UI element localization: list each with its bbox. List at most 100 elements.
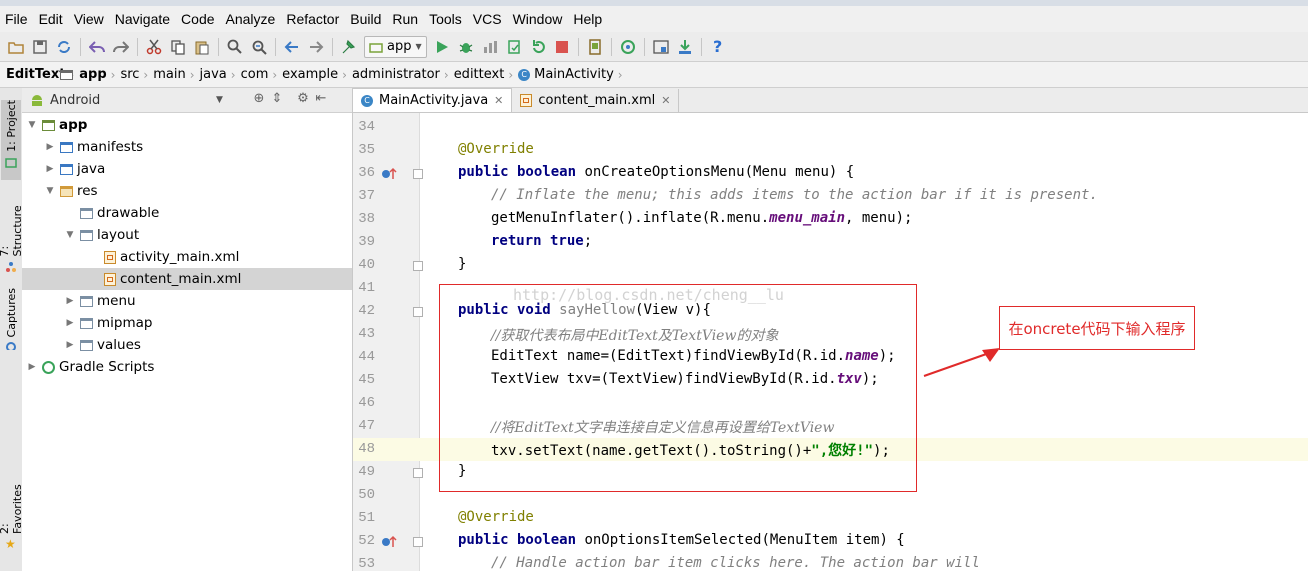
back-icon[interactable] xyxy=(282,37,302,57)
menu-navigate[interactable]: Navigate xyxy=(110,11,176,27)
scroll-from-source-icon[interactable]: ⊕ xyxy=(250,91,268,106)
tree-node-menu[interactable]: ▶ menu xyxy=(64,290,136,312)
tree-node-layout[interactable]: ▼ layout xyxy=(64,224,140,246)
breadcrumb-class[interactable]: C MainActivity › xyxy=(518,67,627,82)
close-icon[interactable]: ✕ xyxy=(661,94,670,107)
open-folder-icon[interactable] xyxy=(6,37,26,57)
sdk-manager-icon[interactable] xyxy=(675,37,695,57)
collapse-arrow-icon[interactable]: ▶ xyxy=(26,362,38,372)
chevron-right-icon: › xyxy=(189,67,195,82)
highlight-box xyxy=(439,284,917,492)
tree-node-values[interactable]: ▶ values xyxy=(64,334,141,356)
settings-gear-icon[interactable]: ⚙ xyxy=(294,91,312,106)
collapse-arrow-icon[interactable]: ▶ xyxy=(44,142,56,152)
breadcrumb-edittext[interactable]: edittext › xyxy=(60,67,518,82)
override-marker-icon[interactable] xyxy=(381,166,397,180)
redo-icon[interactable] xyxy=(111,37,131,57)
code-line-40: 40 } xyxy=(353,254,1308,277)
profile-icon[interactable] xyxy=(480,37,500,57)
tree-node-app[interactable]: ▼ app xyxy=(26,114,88,136)
tool-tab-favorites[interactable]: 2: Favorites ★ xyxy=(0,478,24,550)
replace-icon[interactable] xyxy=(249,37,269,57)
fold-marker-icon[interactable] xyxy=(413,169,423,179)
menu-file[interactable]: File xyxy=(0,11,34,27)
menu-edit[interactable]: Edit xyxy=(34,11,69,27)
menu-run[interactable]: Run xyxy=(387,11,424,27)
menu-vcs[interactable]: VCS xyxy=(468,11,508,27)
breadcrumb-java[interactable]: java › xyxy=(60,67,241,82)
tree-node-mipmap[interactable]: ▶ mipmap xyxy=(64,312,153,334)
menu-help[interactable]: Help xyxy=(568,11,608,27)
fold-marker-icon[interactable] xyxy=(413,468,423,478)
collapse-all-icon[interactable]: ⇕ xyxy=(268,91,286,106)
tree-node-activity-main-xml[interactable]: activity_main.xml xyxy=(88,246,239,268)
expand-arrow-icon[interactable]: ▼ xyxy=(64,230,76,240)
forward-icon[interactable] xyxy=(306,37,326,57)
chevron-down-icon[interactable]: ▼ xyxy=(216,95,223,105)
make-project-icon[interactable] xyxy=(339,37,359,57)
menu-view[interactable]: View xyxy=(69,11,110,27)
apply-changes-icon[interactable] xyxy=(504,37,524,57)
menu-analyze[interactable]: Analyze xyxy=(221,11,282,27)
tab-content-main-xml[interactable]: content_main.xml ✕ xyxy=(512,89,680,112)
collapse-arrow-icon[interactable]: ▶ xyxy=(44,164,56,174)
paste-icon[interactable] xyxy=(192,37,212,57)
run-configuration-select[interactable]: app ▼ xyxy=(364,35,427,58)
menu-build[interactable]: Build xyxy=(345,11,387,27)
copy-icon[interactable] xyxy=(168,37,188,57)
save-all-icon[interactable] xyxy=(30,37,50,57)
breadcrumb-example[interactable]: example › xyxy=(60,67,352,82)
close-icon[interactable]: ✕ xyxy=(494,94,503,107)
override-marker-icon[interactable] xyxy=(381,534,397,548)
menu-code[interactable]: Code xyxy=(176,11,220,27)
hide-panel-icon[interactable]: ⇤ xyxy=(312,91,330,106)
tree-node-content-main-xml[interactable]: content_main.xml xyxy=(22,268,352,290)
line-number: 51 xyxy=(358,510,375,526)
sync-icon[interactable] xyxy=(54,37,74,57)
expand-arrow-icon[interactable]: ▼ xyxy=(44,186,56,196)
find-icon[interactable] xyxy=(225,37,245,57)
menu-refactor[interactable]: Refactor xyxy=(281,11,345,27)
gradle-sync-icon[interactable] xyxy=(618,37,638,57)
cut-icon[interactable] xyxy=(144,37,164,57)
device-monitor-icon[interactable] xyxy=(585,37,605,57)
run-icon[interactable] xyxy=(432,37,452,57)
tool-tab-structure[interactable]: 7: Structure xyxy=(0,194,24,272)
tree-node-gradle-scripts[interactable]: ▶ Gradle Scripts xyxy=(26,356,155,378)
breadcrumb-module[interactable]: app › xyxy=(60,67,120,82)
debug-icon[interactable] xyxy=(456,37,476,57)
help-icon[interactable]: ? xyxy=(708,37,728,57)
collapse-arrow-icon[interactable]: ▶ xyxy=(64,318,76,328)
expand-arrow-icon[interactable]: ▼ xyxy=(26,120,38,130)
tree-node-manifests[interactable]: ▶ manifests xyxy=(44,136,144,158)
tree-node-res[interactable]: ▼ res xyxy=(44,180,98,202)
code-text: } xyxy=(458,256,467,272)
breadcrumb-administrator[interactable]: administrator › xyxy=(60,67,454,82)
fold-marker-icon[interactable] xyxy=(413,307,423,317)
breadcrumb-main[interactable]: main › xyxy=(60,67,199,82)
tree-node-drawable[interactable]: drawable xyxy=(64,202,159,224)
toolbar-separator xyxy=(577,37,579,56)
tool-tab-captures[interactable]: Captures xyxy=(1,288,21,350)
fold-marker-icon[interactable] xyxy=(413,537,423,547)
run-config-label: app xyxy=(387,39,412,54)
menu-tools[interactable]: Tools xyxy=(424,11,468,27)
project-view-mode-select[interactable]: Android xyxy=(50,93,100,108)
chevron-right-icon: › xyxy=(617,67,623,82)
project-structure-icon[interactable] xyxy=(651,37,671,57)
rerun-icon[interactable] xyxy=(528,37,548,57)
collapse-arrow-icon[interactable]: ▶ xyxy=(64,340,76,350)
android-module-icon xyxy=(369,42,383,53)
tree-node-java[interactable]: ▶ java xyxy=(44,158,106,180)
breadcrumb-src[interactable]: src › xyxy=(60,67,153,82)
undo-icon[interactable] xyxy=(87,37,107,57)
stop-icon[interactable] xyxy=(552,37,572,57)
tab-mainactivity-java[interactable]: C MainActivity.java ✕ xyxy=(353,88,513,112)
fold-marker-icon[interactable] xyxy=(413,261,423,271)
chevron-right-icon: › xyxy=(508,67,514,82)
collapse-arrow-icon[interactable]: ▶ xyxy=(64,296,76,306)
menu-window[interactable]: Window xyxy=(508,11,569,27)
breadcrumb-com[interactable]: com › xyxy=(60,67,283,82)
tool-tab-project[interactable]: 1: Project xyxy=(1,100,21,180)
line-number: 46 xyxy=(358,395,375,411)
